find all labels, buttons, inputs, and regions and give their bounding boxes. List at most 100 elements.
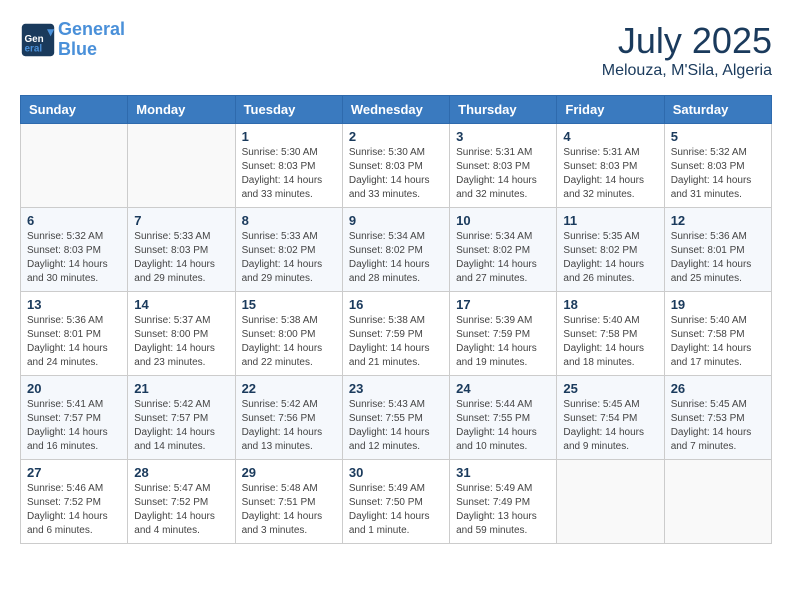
calendar-cell: 8 Sunrise: 5:33 AM Sunset: 8:02 PM Daylig…	[235, 208, 342, 292]
day-info: Sunrise: 5:31 AM Sunset: 8:03 PM Dayligh…	[563, 146, 657, 202]
day-number: 9	[349, 213, 443, 228]
day-info: Sunrise: 5:40 AM Sunset: 7:58 PM Dayligh…	[563, 314, 657, 370]
calendar-table: SundayMondayTuesdayWednesdayThursdayFrid…	[20, 95, 772, 544]
day-number: 24	[456, 381, 550, 396]
day-number: 14	[134, 297, 228, 312]
day-number: 29	[242, 465, 336, 480]
weekday-header-row: SundayMondayTuesdayWednesdayThursdayFrid…	[21, 96, 772, 124]
calendar-cell: 30 Sunrise: 5:49 AM Sunset: 7:50 PM Dayli…	[342, 460, 449, 544]
week-row-3: 13Sunrise: 5:36 AM Sunset: 8:01 PM Dayli…	[21, 292, 772, 376]
calendar-cell: 13Sunrise: 5:36 AM Sunset: 8:01 PM Dayli…	[21, 292, 128, 376]
calendar-cell: 15 Sunrise: 5:38 AM Sunset: 8:00 PM Dayli…	[235, 292, 342, 376]
day-number: 25	[563, 381, 657, 396]
week-row-4: 20 Sunrise: 5:41 AM Sunset: 7:57 PM Dayli…	[21, 376, 772, 460]
calendar-cell: 4 Sunrise: 5:31 AM Sunset: 8:03 PM Daylig…	[557, 124, 664, 208]
calendar-cell	[128, 124, 235, 208]
day-number: 31	[456, 465, 550, 480]
day-info: Sunrise: 5:46 AM Sunset: 7:52 PM Dayligh…	[27, 482, 121, 538]
calendar-cell: 20 Sunrise: 5:41 AM Sunset: 7:57 PM Dayli…	[21, 376, 128, 460]
day-info: Sunrise: 5:41 AM Sunset: 7:57 PM Dayligh…	[27, 398, 121, 454]
weekday-header-friday: Friday	[557, 96, 664, 124]
day-info: Sunrise: 5:38 AM Sunset: 8:00 PM Dayligh…	[242, 314, 336, 370]
day-info: Sunrise: 5:34 AM Sunset: 8:02 PM Dayligh…	[456, 230, 550, 286]
day-info: Sunrise: 5:30 AM Sunset: 8:03 PM Dayligh…	[242, 146, 336, 202]
day-info: Sunrise: 5:35 AM Sunset: 8:02 PM Dayligh…	[563, 230, 657, 286]
day-info: Sunrise: 5:45 AM Sunset: 7:53 PM Dayligh…	[671, 398, 765, 454]
calendar-cell	[557, 460, 664, 544]
day-info: Sunrise: 5:49 AM Sunset: 7:50 PM Dayligh…	[349, 482, 443, 538]
weekday-header-wednesday: Wednesday	[342, 96, 449, 124]
calendar-cell: 16Sunrise: 5:38 AM Sunset: 7:59 PM Dayli…	[342, 292, 449, 376]
day-number: 7	[134, 213, 228, 228]
day-info: Sunrise: 5:39 AM Sunset: 7:59 PM Dayligh…	[456, 314, 550, 370]
day-number: 23	[349, 381, 443, 396]
day-number: 11	[563, 213, 657, 228]
logo-icon: Gen eral	[20, 22, 56, 58]
calendar-cell: 3 Sunrise: 5:31 AM Sunset: 8:03 PM Daylig…	[450, 124, 557, 208]
calendar-cell: 19 Sunrise: 5:40 AM Sunset: 7:58 PM Dayli…	[664, 292, 771, 376]
day-number: 4	[563, 129, 657, 144]
calendar-cell: 23Sunrise: 5:43 AM Sunset: 7:55 PM Dayli…	[342, 376, 449, 460]
day-info: Sunrise: 5:33 AM Sunset: 8:02 PM Dayligh…	[242, 230, 336, 286]
month-title: July 2025	[602, 20, 772, 62]
week-row-5: 27 Sunrise: 5:46 AM Sunset: 7:52 PM Dayli…	[21, 460, 772, 544]
weekday-header-monday: Monday	[128, 96, 235, 124]
location-subtitle: Melouza, M'Sila, Algeria	[602, 62, 772, 80]
day-info: Sunrise: 5:32 AM Sunset: 8:03 PM Dayligh…	[671, 146, 765, 202]
calendar-cell: 12 Sunrise: 5:36 AM Sunset: 8:01 PM Dayli…	[664, 208, 771, 292]
day-number: 30	[349, 465, 443, 480]
day-info: Sunrise: 5:47 AM Sunset: 7:52 PM Dayligh…	[134, 482, 228, 538]
calendar-cell: 11 Sunrise: 5:35 AM Sunset: 8:02 PM Dayli…	[557, 208, 664, 292]
day-number: 18	[563, 297, 657, 312]
day-number: 12	[671, 213, 765, 228]
calendar-cell: 17 Sunrise: 5:39 AM Sunset: 7:59 PM Dayli…	[450, 292, 557, 376]
calendar-cell: 9 Sunrise: 5:34 AM Sunset: 8:02 PM Daylig…	[342, 208, 449, 292]
day-number: 15	[242, 297, 336, 312]
day-number: 8	[242, 213, 336, 228]
week-row-2: 6Sunrise: 5:32 AM Sunset: 8:03 PM Daylig…	[21, 208, 772, 292]
svg-text:eral: eral	[25, 43, 43, 54]
day-number: 27	[27, 465, 121, 480]
day-info: Sunrise: 5:36 AM Sunset: 8:01 PM Dayligh…	[27, 314, 121, 370]
calendar-cell: 18 Sunrise: 5:40 AM Sunset: 7:58 PM Dayli…	[557, 292, 664, 376]
day-number: 3	[456, 129, 550, 144]
week-row-1: 1 Sunrise: 5:30 AM Sunset: 8:03 PM Daylig…	[21, 124, 772, 208]
calendar-cell: 22 Sunrise: 5:42 AM Sunset: 7:56 PM Dayli…	[235, 376, 342, 460]
day-number: 20	[27, 381, 121, 396]
calendar-cell: 5Sunrise: 5:32 AM Sunset: 8:03 PM Daylig…	[664, 124, 771, 208]
day-info: Sunrise: 5:31 AM Sunset: 8:03 PM Dayligh…	[456, 146, 550, 202]
day-info: Sunrise: 5:37 AM Sunset: 8:00 PM Dayligh…	[134, 314, 228, 370]
calendar-cell: 2 Sunrise: 5:30 AM Sunset: 8:03 PM Daylig…	[342, 124, 449, 208]
page-header: Gen eral General Blue July 2025 Melouza,…	[20, 20, 772, 80]
day-info: Sunrise: 5:33 AM Sunset: 8:03 PM Dayligh…	[134, 230, 228, 286]
day-number: 1	[242, 129, 336, 144]
day-number: 26	[671, 381, 765, 396]
day-number: 10	[456, 213, 550, 228]
calendar-cell	[664, 460, 771, 544]
calendar-cell: 6Sunrise: 5:32 AM Sunset: 8:03 PM Daylig…	[21, 208, 128, 292]
day-number: 22	[242, 381, 336, 396]
calendar-cell: 10 Sunrise: 5:34 AM Sunset: 8:02 PM Dayli…	[450, 208, 557, 292]
day-number: 17	[456, 297, 550, 312]
calendar-cell: 28Sunrise: 5:47 AM Sunset: 7:52 PM Dayli…	[128, 460, 235, 544]
day-number: 2	[349, 129, 443, 144]
day-info: Sunrise: 5:32 AM Sunset: 8:03 PM Dayligh…	[27, 230, 121, 286]
weekday-header-sunday: Sunday	[21, 96, 128, 124]
calendar-cell: 27 Sunrise: 5:46 AM Sunset: 7:52 PM Dayli…	[21, 460, 128, 544]
calendar-cell: 29Sunrise: 5:48 AM Sunset: 7:51 PM Dayli…	[235, 460, 342, 544]
weekday-header-thursday: Thursday	[450, 96, 557, 124]
calendar-cell: 24 Sunrise: 5:44 AM Sunset: 7:55 PM Dayli…	[450, 376, 557, 460]
calendar-cell: 26 Sunrise: 5:45 AM Sunset: 7:53 PM Dayli…	[664, 376, 771, 460]
day-info: Sunrise: 5:30 AM Sunset: 8:03 PM Dayligh…	[349, 146, 443, 202]
day-info: Sunrise: 5:34 AM Sunset: 8:02 PM Dayligh…	[349, 230, 443, 286]
day-info: Sunrise: 5:42 AM Sunset: 7:57 PM Dayligh…	[134, 398, 228, 454]
weekday-header-tuesday: Tuesday	[235, 96, 342, 124]
day-info: Sunrise: 5:40 AM Sunset: 7:58 PM Dayligh…	[671, 314, 765, 370]
day-info: Sunrise: 5:44 AM Sunset: 7:55 PM Dayligh…	[456, 398, 550, 454]
day-info: Sunrise: 5:36 AM Sunset: 8:01 PM Dayligh…	[671, 230, 765, 286]
day-info: Sunrise: 5:42 AM Sunset: 7:56 PM Dayligh…	[242, 398, 336, 454]
day-number: 19	[671, 297, 765, 312]
logo-name: General Blue	[58, 20, 125, 60]
day-number: 16	[349, 297, 443, 312]
calendar-cell: 7 Sunrise: 5:33 AM Sunset: 8:03 PM Daylig…	[128, 208, 235, 292]
